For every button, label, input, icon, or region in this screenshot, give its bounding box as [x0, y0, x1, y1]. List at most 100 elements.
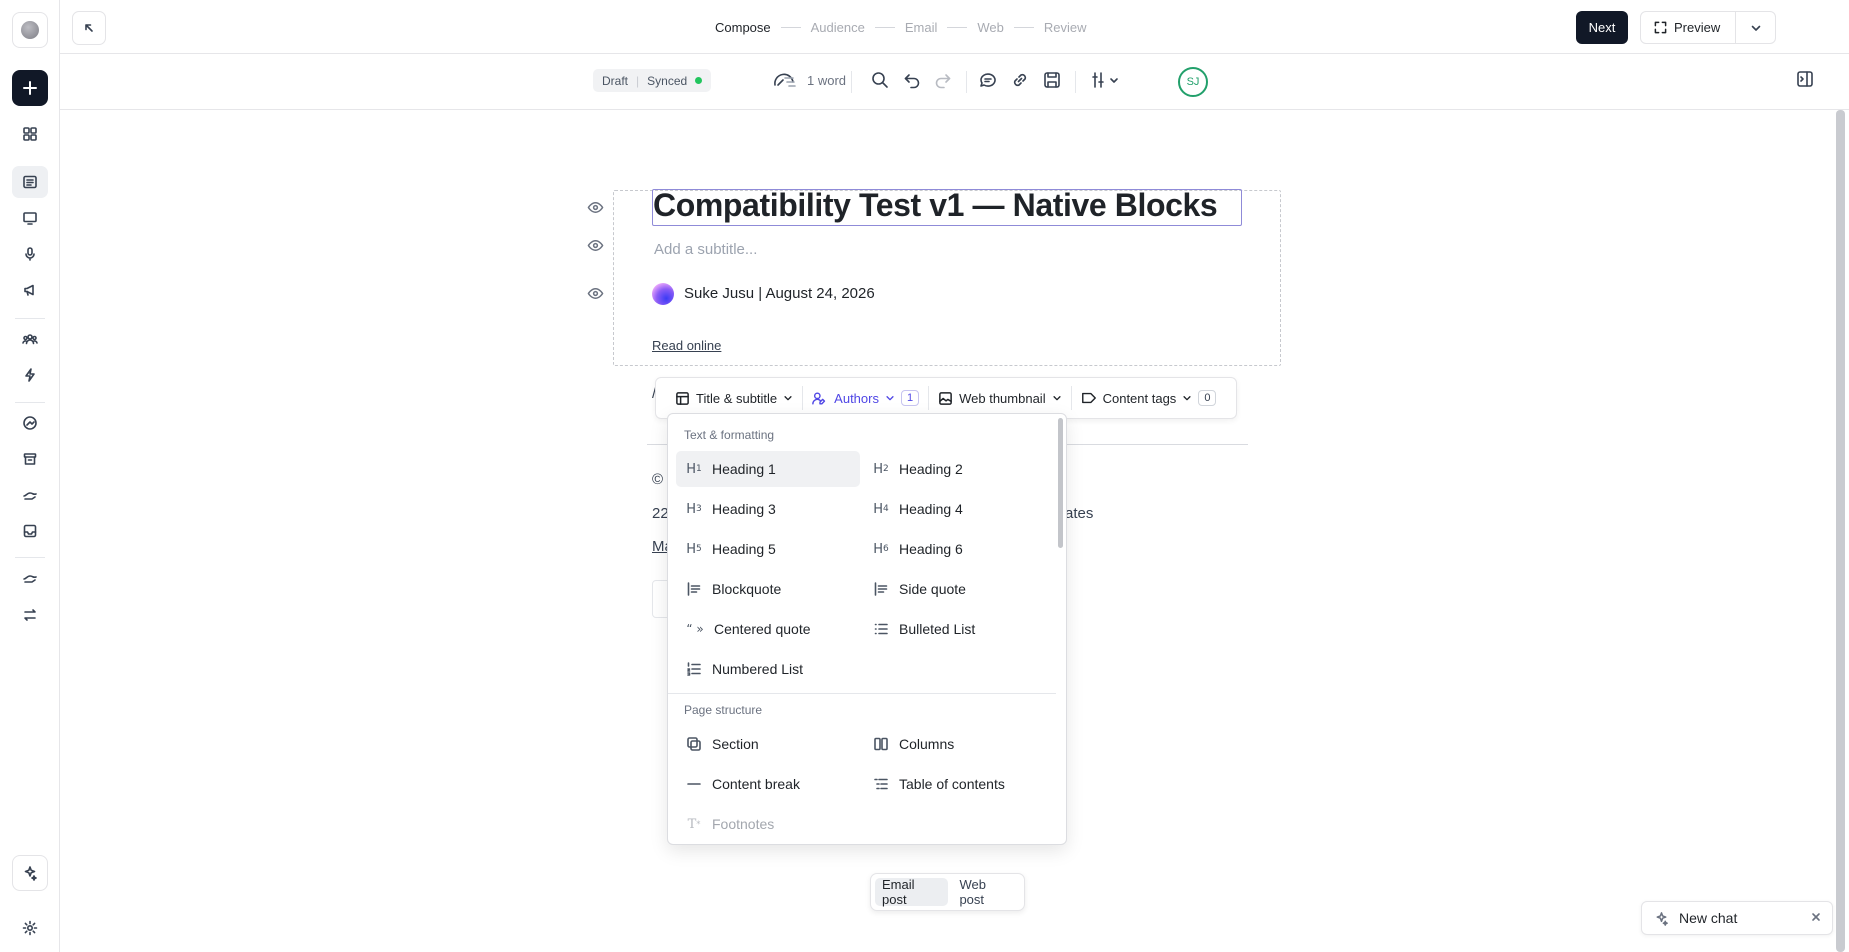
visibility-eye-icon[interactable] [587, 285, 604, 302]
visibility-eye-icon[interactable] [587, 237, 604, 254]
dashboard-icon[interactable] [12, 118, 48, 150]
settings-gear-icon[interactable] [12, 912, 48, 944]
step-audience[interactable]: Audience [811, 20, 865, 35]
heading-6-icon: H6 [873, 541, 889, 557]
read-online-link[interactable]: Read online [652, 338, 721, 353]
heading-3-icon: H3 [686, 501, 702, 517]
menu-item-centered-quote[interactable]: “ » Centered quote [676, 611, 860, 647]
podcast-icon[interactable] [12, 238, 48, 270]
tools-dropdown-icon[interactable] [1090, 70, 1120, 90]
menu-item-content-break[interactable]: Content break [676, 766, 860, 802]
create-new-button[interactable] [12, 70, 48, 106]
link-icon[interactable] [1010, 70, 1030, 90]
step-web[interactable]: Web [977, 20, 1004, 35]
megaphone-icon[interactable] [12, 274, 48, 306]
grow-icon[interactable] [12, 407, 48, 439]
preview-label: Preview [1674, 20, 1721, 35]
user-avatar[interactable]: SJ [1178, 67, 1208, 97]
automation-bolt-icon[interactable] [12, 359, 48, 391]
footer-address-end: ates [1065, 505, 1094, 522]
comment-icon[interactable] [978, 70, 998, 90]
content-tags-dropdown[interactable]: Content tags 0 [1072, 378, 1226, 418]
partner-icon[interactable] [12, 563, 48, 595]
inbox-icon[interactable] [12, 515, 48, 547]
menu-item-heading-2[interactable]: H2 Heading 2 [863, 451, 1047, 487]
step-email[interactable]: Email [905, 20, 938, 35]
menu-item-label: Centered quote [714, 621, 811, 637]
handshake-icon[interactable] [12, 479, 48, 511]
search-icon[interactable] [870, 70, 890, 90]
menu-item-columns[interactable]: Columns [863, 726, 1047, 762]
workflow-steps: Compose Audience Email Web Review [715, 20, 1087, 35]
preview-button[interactable]: Preview [1641, 12, 1736, 43]
page-scrollbar[interactable] [1836, 110, 1845, 952]
authors-dropdown[interactable]: Authors 1 [803, 378, 928, 418]
close-icon[interactable] [1810, 911, 1822, 923]
menu-item-heading-3[interactable]: H3 Heading 3 [676, 491, 860, 527]
table-of-contents-icon [872, 775, 890, 793]
visibility-eye-icon[interactable] [587, 199, 604, 216]
next-button[interactable]: Next [1576, 11, 1628, 44]
tags-count-badge: 0 [1198, 390, 1217, 406]
web-thumbnail-dropdown[interactable]: Web thumbnail [929, 378, 1070, 418]
side-quote-icon [872, 580, 890, 598]
toggle-sidebar-icon[interactable] [1796, 70, 1814, 88]
web-post-tab[interactable]: Web post [952, 877, 1020, 907]
heading-2-icon: H2 [873, 461, 889, 477]
posts-icon[interactable] [12, 166, 48, 198]
footnotes-icon: T * [687, 816, 701, 832]
menu-item-table-of-contents[interactable]: Table of contents [863, 766, 1047, 802]
menu-item-side-quote[interactable]: Side quote [863, 571, 1047, 607]
menu-item-label: Section [712, 736, 759, 752]
website-icon[interactable] [12, 202, 48, 234]
editor-toolbar: Draft | Synced 1 word SJ [60, 55, 1849, 110]
menu-item-heading-5[interactable]: H5 Heading 5 [676, 531, 860, 567]
menu-item-footnotes[interactable]: T * Footnotes [676, 806, 860, 842]
heading-4-icon: H4 [873, 501, 889, 517]
word-count: 1 word [807, 73, 847, 88]
save-icon[interactable] [1042, 70, 1062, 90]
menu-item-label: Heading 1 [712, 461, 776, 477]
title-subtitle-dropdown[interactable]: Title & subtitle [666, 378, 802, 418]
preview-options-dropdown[interactable] [1736, 22, 1775, 34]
menu-item-numbered-list[interactable]: Numbered List [676, 651, 860, 687]
menu-item-bulleted-list[interactable]: Bulleted List [863, 611, 1047, 647]
menu-item-heading-4[interactable]: H4 Heading 4 [863, 491, 1047, 527]
menu-item-label: Heading 6 [899, 541, 963, 557]
title-layout-icon [676, 391, 689, 405]
step-review[interactable]: Review [1044, 20, 1087, 35]
subtitle-input[interactable]: Add a subtitle... [654, 241, 757, 258]
authors-label: Authors [834, 390, 879, 406]
authors-icon [812, 391, 826, 405]
email-post-tab[interactable]: Email post [875, 877, 949, 907]
menu-item-heading-6[interactable]: H6 Heading 6 [863, 531, 1047, 567]
swap-arrows-icon[interactable] [12, 599, 48, 631]
redo-icon[interactable] [933, 70, 953, 90]
numbered-list-icon [685, 660, 703, 678]
shop-icon[interactable] [12, 443, 48, 475]
menu-item-section[interactable]: Section [676, 726, 860, 762]
exit-editor-button[interactable] [72, 11, 106, 45]
chevron-down-icon [1183, 396, 1191, 401]
post-title[interactable]: Compatibility Test v1 — Native Blocks [653, 187, 1218, 224]
menu-item-label: Columns [899, 736, 955, 752]
chevron-down-icon [886, 396, 894, 401]
new-chat-button[interactable]: New chat [1641, 901, 1833, 935]
menu-scrollbar[interactable] [1058, 418, 1063, 548]
audience-icon[interactable] [12, 323, 48, 355]
menu-item-label: Heading 5 [712, 541, 776, 557]
menu-item-heading-1[interactable]: H1 Heading 1 [676, 451, 860, 487]
workspace-logo[interactable] [12, 12, 48, 48]
menu-item-label: Numbered List [712, 661, 804, 677]
menu-item-label: Footnotes [712, 816, 775, 832]
menu-item-label: Table of contents [899, 776, 1005, 792]
ai-sparkle-icon[interactable] [12, 855, 48, 891]
preview-button-group: Preview [1640, 11, 1776, 44]
menu-item-label: Heading 3 [712, 501, 776, 517]
undo-icon[interactable] [902, 70, 922, 90]
menu-item-label: Blockquote [712, 581, 782, 597]
menu-divider [668, 693, 1056, 694]
step-compose[interactable]: Compose [715, 20, 771, 35]
menu-item-blockquote[interactable]: Blockquote [676, 571, 860, 607]
menu-item-label: Heading 2 [899, 461, 963, 477]
